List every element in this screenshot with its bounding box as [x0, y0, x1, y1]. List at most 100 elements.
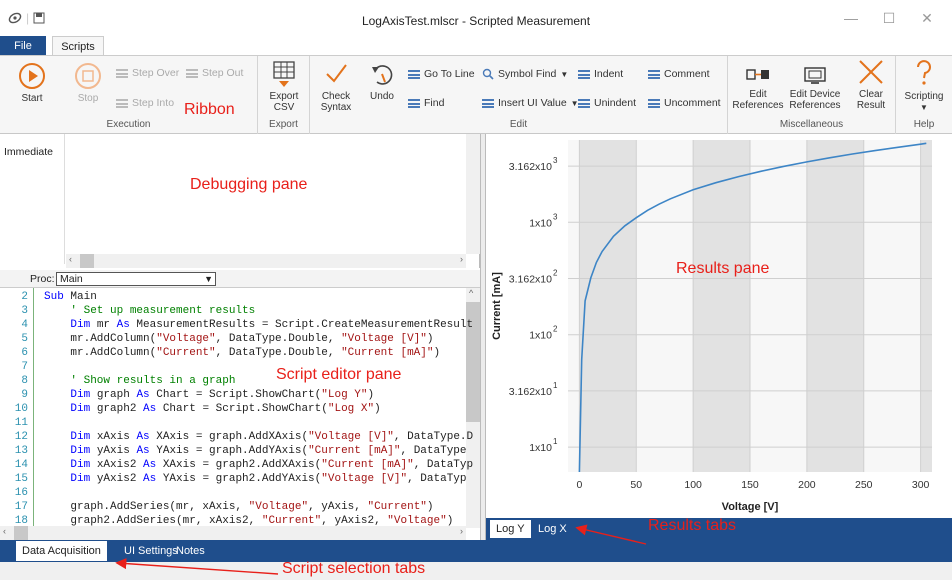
scroll-up-icon[interactable]: ^ — [469, 288, 473, 298]
tab-data-acquisition[interactable]: Data Acquisition — [16, 541, 107, 561]
go-to-line-label: Go To Line — [424, 68, 475, 80]
find-icon — [408, 98, 420, 108]
code-line[interactable]: 14 Dim xAxis2 As XAxis = graph2.AddXAxis… — [0, 458, 473, 472]
code-line[interactable]: 7 — [0, 360, 466, 374]
grid-band — [920, 140, 932, 472]
unindent-label: Unindent — [594, 97, 637, 109]
results-tab-log-y[interactable]: Log Y — [490, 520, 531, 538]
miscellaneous-group-label: Miscellaneous — [779, 119, 844, 130]
symbol-find-button[interactable]: Symbol Find ▼ — [482, 68, 568, 80]
start-button[interactable]: Start — [12, 62, 52, 104]
x-tick-label: 150 — [741, 479, 759, 491]
debugging-horizontal-scrollbar[interactable]: ‹ › — [66, 254, 466, 268]
edit-device-references-label-2: References — [789, 100, 841, 111]
comment-icon — [648, 69, 660, 79]
line-number: 7 — [21, 361, 28, 373]
minimize-button[interactable]: — — [836, 10, 866, 26]
ribbon-tab-row: File Scripts — [0, 36, 952, 57]
comment-button[interactable]: Comment — [648, 68, 710, 80]
line-number: 14 — [14, 459, 28, 471]
step-into-button[interactable]: Step Into — [116, 97, 174, 109]
code-line[interactable]: 8 ' Show results in a graph — [0, 374, 466, 388]
go-to-line-button[interactable]: Go To Line — [408, 68, 475, 80]
edit-references-button[interactable]: Edit References — [732, 64, 784, 111]
results-pane: 1x10 1 3.162x10 1 1x10 2 3.162x10 2 1x10 3 3.162x1… — [486, 134, 952, 518]
line-number: 3 — [21, 305, 28, 317]
code-text: Dim graph2 As Chart = Script.ShowChart("… — [70, 403, 381, 415]
scroll-right-icon[interactable]: › — [460, 254, 463, 264]
clear-result-button[interactable]: Clear Result — [850, 58, 892, 111]
code-line[interactable]: 5 mr.AddColumn("Voltage", DataType.Doubl… — [0, 332, 466, 346]
close-button[interactable]: ✕ — [912, 10, 942, 27]
step-into-icon — [116, 98, 128, 108]
annotation-results-tabs: Results tabs — [648, 517, 737, 534]
code-line[interactable]: 18 graph2.AddSeries(mr, xAxis2, "Current… — [0, 514, 466, 528]
x-tick-label: 250 — [855, 479, 873, 491]
tab-notes[interactable]: Notes — [170, 541, 211, 561]
procedure-select[interactable]: Main ▼ — [56, 272, 216, 286]
scroll-thumb[interactable] — [14, 526, 28, 540]
results-chart: 1x1013.162x1011x1023.162x1021x1033.162x1… — [491, 140, 932, 513]
code-line[interactable]: 6 mr.AddColumn("Current", DataType.Doubl… — [0, 346, 466, 360]
insert-ui-value-button[interactable]: Insert UI Value ▼ — [482, 97, 579, 109]
y-tick-label: 3.162x10 — [509, 274, 552, 286]
scroll-thumb[interactable] — [80, 254, 94, 268]
scroll-left-icon[interactable]: ‹ — [69, 254, 72, 264]
step-out-icon — [186, 68, 198, 78]
undo-button[interactable]: Undo — [362, 60, 402, 102]
export-csv-button[interactable]: Export CSV — [262, 60, 306, 113]
script-editor-pane[interactable]: ^ ‹ › Script editor pane 2 Sub Main 3 ' Se… — [0, 288, 480, 540]
step-out-button[interactable]: Step Out — [186, 67, 243, 79]
maximize-button[interactable]: ☐ — [874, 10, 904, 27]
code-line[interactable]: 10 Dim graph2 As Chart = Script.ShowChar… — [0, 402, 466, 416]
tab-file[interactable]: File — [0, 36, 46, 56]
code-line[interactable]: 12 Dim xAxis As XAxis = graph.AddXAxis("… — [0, 430, 473, 444]
code-line[interactable]: 4 Dim mr As MeasurementResults = Script.… — [0, 318, 473, 332]
tab-scripts[interactable]: Scripts — [52, 36, 104, 57]
unindent-button[interactable]: Unindent — [578, 97, 636, 109]
debugging-vertical-scrollbar[interactable] — [466, 134, 480, 254]
find-button[interactable]: Find — [408, 97, 444, 109]
y-axis-label: Current [mA] — [491, 272, 503, 340]
y-tick-label: 1x10 — [529, 442, 552, 454]
insert-ui-value-label: Insert UI Value — [498, 97, 567, 109]
dropdown-arrow-icon: ▼ — [560, 69, 569, 79]
insert-ui-value-icon — [482, 98, 494, 108]
execution-group-label: Execution — [106, 119, 151, 130]
uncomment-button[interactable]: Uncomment — [648, 97, 721, 109]
results-tab-log-x[interactable]: Log X — [532, 520, 573, 538]
check-syntax-button[interactable]: Check Syntax — [314, 60, 358, 113]
scripting-help-button[interactable]: Scripting ▼ — [898, 58, 950, 113]
code-line[interactable]: 16 — [0, 486, 466, 500]
code-line[interactable]: 15 Dim yAxis2 As YAxis = graph2.AddYAxis… — [0, 472, 467, 486]
x-tick-label: 200 — [798, 479, 816, 491]
x-tick-label: 50 — [630, 479, 642, 491]
code-line[interactable]: 3 ' Set up measurement results — [0, 304, 466, 318]
step-out-label: Step Out — [202, 67, 244, 79]
line-number: 15 — [14, 473, 28, 485]
line-number: 4 — [21, 319, 28, 331]
export-group: Export CSV Export — [258, 56, 310, 134]
edit-device-references-button[interactable]: Edit Device References — [786, 64, 844, 111]
chevron-down-icon: ▼ — [204, 274, 213, 284]
results-tabs-bar: Log Y Log X Results tabs — [486, 517, 952, 540]
grid-band — [579, 140, 637, 472]
code-line[interactable]: 2 Sub Main — [0, 290, 466, 304]
code-line[interactable]: 9 Dim graph As Chart = Script.ShowChart(… — [0, 388, 466, 402]
start-label: Start — [21, 93, 43, 104]
indent-button[interactable]: Indent — [578, 68, 623, 80]
step-into-label: Step Into — [132, 97, 175, 109]
code-line[interactable]: 13 Dim yAxis As YAxis = graph.AddYAxis("… — [0, 444, 467, 458]
x-axis-label: Voltage [V] — [722, 501, 779, 513]
export-csv-label-2: CSV — [273, 102, 295, 113]
editor-horizontal-scrollbar[interactable]: ‹ › — [0, 526, 466, 540]
code-line[interactable]: 17 graph.AddSeries(mr, xAxis, "Voltage",… — [0, 500, 466, 514]
line-number: 10 — [14, 403, 28, 415]
code-line[interactable]: 11 — [0, 416, 466, 430]
find-label: Find — [424, 97, 445, 109]
step-over-button[interactable]: Step Over — [116, 67, 179, 79]
export-csv-label-1: Export — [269, 91, 299, 102]
debugging-pane: Immediate ‹ › Debugging pane — [0, 134, 480, 268]
stop-button[interactable]: Stop — [68, 62, 108, 104]
play-icon — [19, 63, 45, 89]
